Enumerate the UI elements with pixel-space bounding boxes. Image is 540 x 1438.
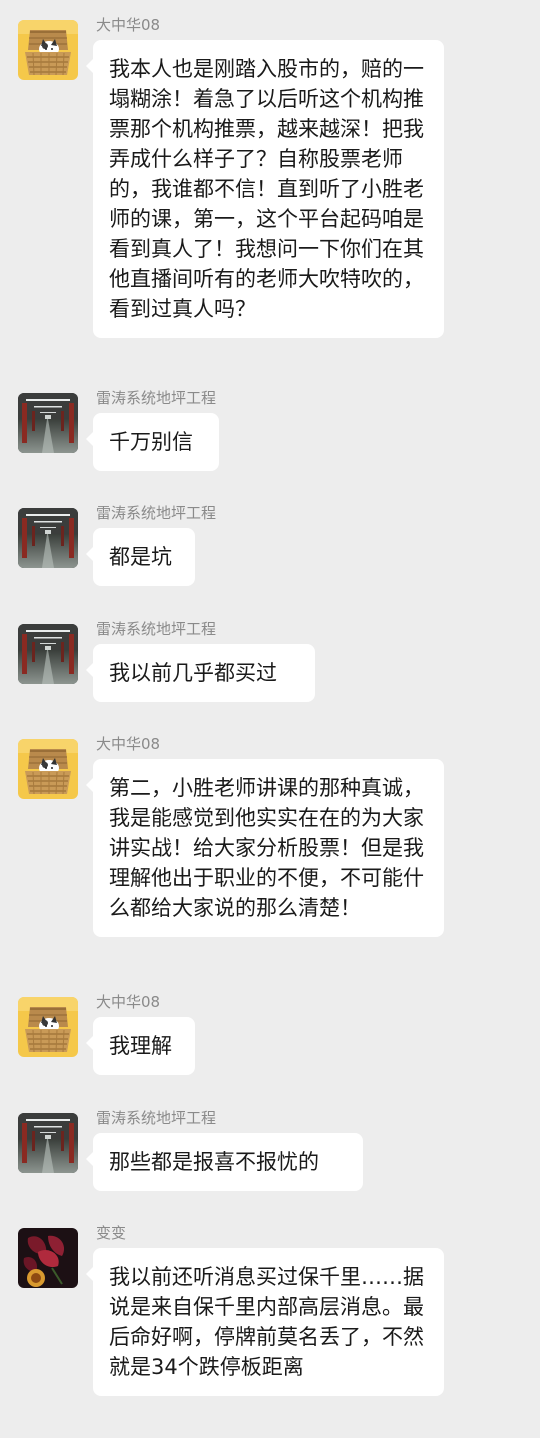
sender-name: 大中华08 bbox=[96, 735, 161, 753]
sender-name: 大中华08 bbox=[96, 16, 161, 34]
sender-name: 变变 bbox=[96, 1224, 127, 1242]
sender-name: 大中华08 bbox=[96, 993, 161, 1011]
avatar-image bbox=[18, 739, 78, 799]
red-flower-avatar[interactable] bbox=[18, 1228, 78, 1288]
message-bubble[interactable]: 我以前几乎都买过 bbox=[86, 644, 315, 702]
message-bubble[interactable]: 第二，小胜老师讲课的那种真诚，我是能感觉到他实实在在的为大家讲实战！给大家分析股… bbox=[86, 759, 444, 937]
message-bubble[interactable]: 那些都是报喜不报忧的 bbox=[86, 1133, 363, 1191]
sender-name: 雷涛系统地坪工程 bbox=[96, 389, 217, 407]
cat-in-basket-avatar[interactable] bbox=[18, 997, 78, 1057]
avatar-image bbox=[18, 1228, 78, 1288]
avatar-image bbox=[18, 508, 78, 568]
sender-name: 雷涛系统地坪工程 bbox=[96, 504, 217, 522]
message-bubble[interactable]: 我以前还听消息买过保千里……据说是来自保千里内部高层消息。最后命好啊，停牌前莫名… bbox=[86, 1248, 444, 1396]
avatar-image bbox=[18, 997, 78, 1057]
message-bubble[interactable]: 都是坑 bbox=[86, 528, 195, 586]
sender-name: 雷涛系统地坪工程 bbox=[96, 620, 217, 638]
avatar-image bbox=[18, 1113, 78, 1173]
cat-in-basket-avatar[interactable] bbox=[18, 20, 78, 80]
message-bubble[interactable]: 千万别信 bbox=[86, 413, 219, 471]
parking-garage-avatar[interactable] bbox=[18, 1113, 78, 1173]
avatar-image bbox=[18, 20, 78, 80]
parking-garage-avatar[interactable] bbox=[18, 508, 78, 568]
message-bubble[interactable]: 我本人也是刚踏入股市的，赔的一塌糊涂！着急了以后听这个机构推票那个机构推票，越来… bbox=[86, 40, 444, 338]
cat-in-basket-avatar[interactable] bbox=[18, 739, 78, 799]
parking-garage-avatar[interactable] bbox=[18, 393, 78, 453]
avatar-image bbox=[18, 393, 78, 453]
avatar-image bbox=[18, 624, 78, 684]
sender-name: 雷涛系统地坪工程 bbox=[96, 1109, 217, 1127]
parking-garage-avatar[interactable] bbox=[18, 624, 78, 684]
message-bubble[interactable]: 我理解 bbox=[86, 1017, 195, 1075]
